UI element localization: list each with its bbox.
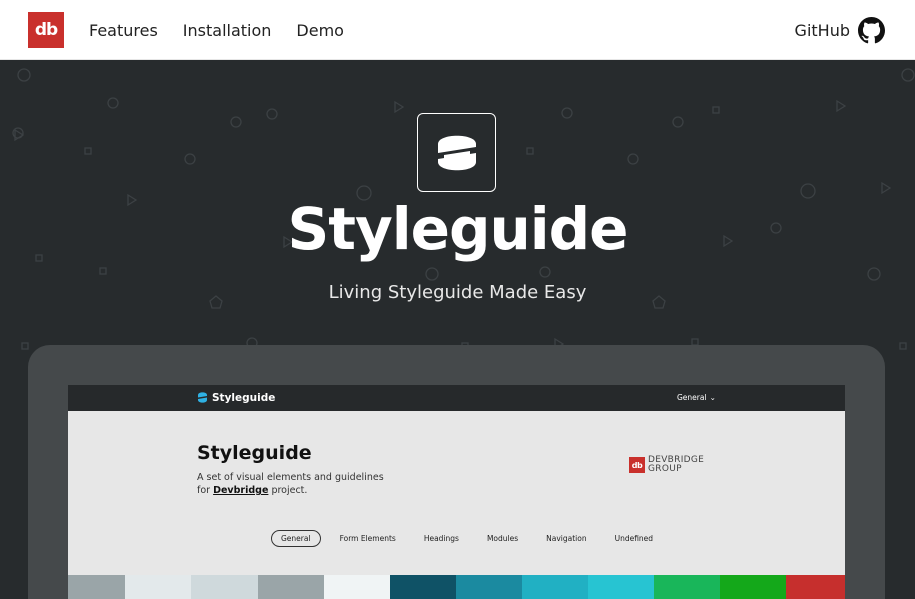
preview-description: A set of visual elements and guidelines …	[197, 471, 397, 497]
color-swatch[interactable]	[324, 575, 390, 599]
color-swatch[interactable]	[588, 575, 654, 599]
preview-screen: Styleguide General ⌄ Styleguide A set of…	[68, 385, 845, 599]
color-swatch[interactable]	[720, 575, 786, 599]
chevron-down-icon: ⌄	[709, 393, 716, 402]
tab-modules[interactable]: Modules	[478, 531, 527, 546]
tab-form-elements[interactable]: Form Elements	[331, 531, 405, 546]
color-swatch[interactable]	[125, 575, 191, 599]
color-swatch[interactable]	[390, 575, 456, 599]
devbridge-logo[interactable]: db	[28, 12, 64, 48]
color-swatch[interactable]	[522, 575, 588, 599]
preview-desc-end: project.	[271, 485, 308, 496]
color-swatch[interactable]	[258, 575, 324, 599]
tab-headings[interactable]: Headings	[415, 531, 468, 546]
preview-header: Styleguide General ⌄	[68, 385, 845, 411]
color-swatches	[68, 575, 845, 599]
preview-dropdown-label: General	[677, 393, 707, 402]
color-swatch[interactable]	[191, 575, 258, 599]
tab-general[interactable]: General	[271, 530, 321, 547]
hero-subtitle: Living Styleguide Made Easy	[328, 282, 587, 303]
preview-dropdown[interactable]: General ⌄	[677, 393, 716, 402]
preview-logo[interactable]: Styleguide	[197, 391, 275, 404]
preview-logo-icon	[198, 392, 207, 403]
preview-devbridge-link[interactable]: Devbridge	[213, 485, 268, 496]
hero-title: Styleguide	[287, 195, 628, 263]
nav-links: Features Installation Demo	[89, 0, 344, 60]
device-frame: Styleguide General ⌄ Styleguide A set of…	[28, 345, 885, 599]
color-swatch[interactable]	[68, 575, 125, 599]
devbridge-line2: GROUP	[648, 464, 682, 474]
devbridge-mark: db	[629, 457, 645, 473]
devbridge-group-logo: db DEVBRIDGE GROUP	[629, 456, 704, 474]
nav-link-demo[interactable]: Demo	[296, 21, 344, 40]
preview-tabs: General Form Elements Headings Modules N…	[271, 530, 672, 547]
preview-title: Styleguide	[197, 442, 312, 464]
preview-desc-for: for	[197, 485, 211, 496]
color-swatch[interactable]	[654, 575, 720, 599]
github-link[interactable]: GitHub	[795, 0, 885, 60]
nav-link-features[interactable]: Features	[89, 21, 158, 40]
nav-link-installation[interactable]: Installation	[183, 21, 272, 40]
top-navbar: db Features Installation Demo GitHub	[0, 0, 915, 60]
color-swatch[interactable]	[786, 575, 845, 599]
color-swatch[interactable]	[456, 575, 522, 599]
preview-desc-line1: A set of visual elements and guidelines	[197, 472, 384, 483]
devbridge-wordmark: DEVBRIDGE GROUP	[648, 456, 704, 474]
tab-undefined[interactable]: Undefined	[606, 531, 662, 546]
tab-navigation[interactable]: Navigation	[537, 531, 595, 546]
styleguide-logo-icon	[417, 113, 496, 192]
github-label: GitHub	[794, 20, 850, 40]
hero-section: Styleguide Living Styleguide Made Easy S…	[0, 60, 915, 599]
github-icon	[858, 16, 885, 43]
preview-brand-label: Styleguide	[212, 391, 276, 404]
